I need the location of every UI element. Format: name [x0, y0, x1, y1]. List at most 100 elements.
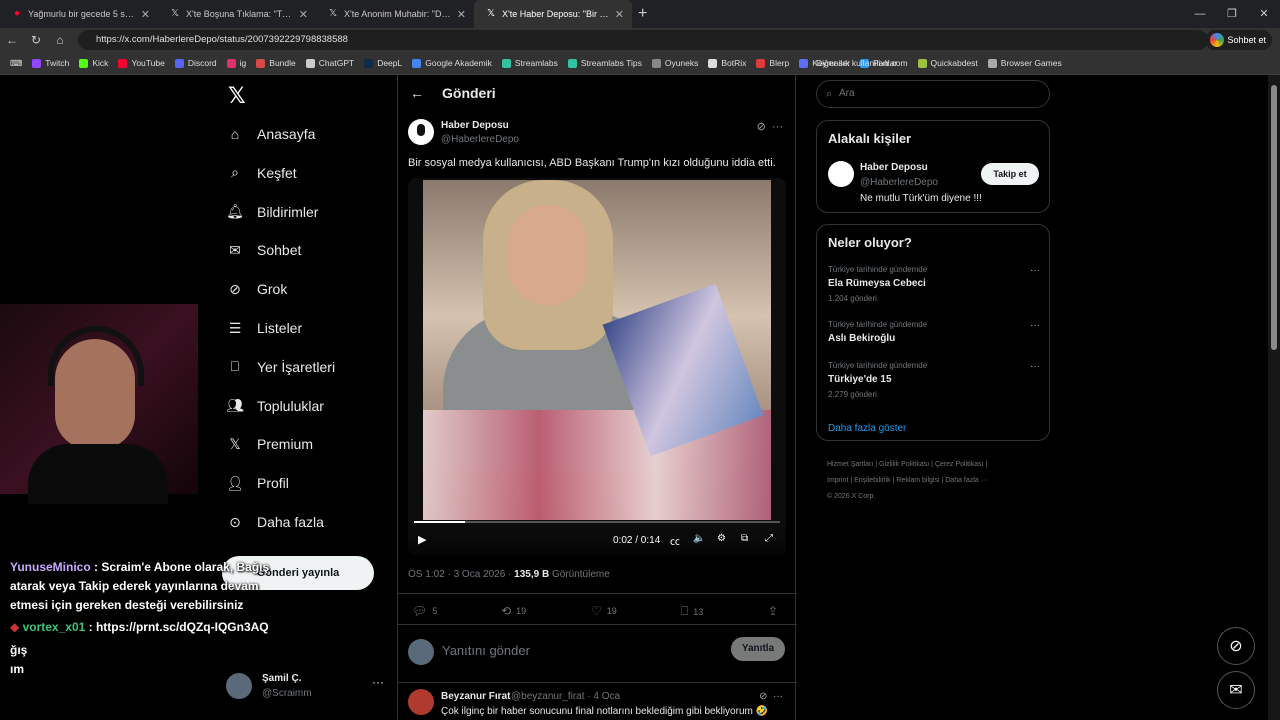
bookmark-item[interactable]: Blerp [756, 58, 789, 68]
more-icon[interactable]: ··· [1030, 320, 1040, 331]
nav-label: Bildirimler [257, 203, 319, 220]
bookmark-item[interactable]: Google Akademik [412, 58, 492, 68]
like-stat[interactable]: ♡ 19 [591, 604, 617, 618]
bookmark-item[interactable]: Streamlabs [501, 58, 558, 68]
page-scrollbar[interactable] [1268, 75, 1280, 720]
more-icon[interactable]: ··· [1030, 265, 1040, 276]
nav-item-listeler[interactable]: ☰ Listeler [226, 313, 302, 343]
nav-item-grok[interactable]: ⊘ Grok [226, 274, 287, 304]
more-icon: ··· [372, 675, 384, 689]
messages-fab-icon[interactable]: ✉ [1217, 671, 1255, 709]
browser-tab[interactable]: ● Yağmurlu bir gecede 5 saat araç ku ✕ [0, 0, 158, 28]
close-tab-icon[interactable]: ✕ [615, 8, 624, 21]
maximize-icon[interactable]: ❐ [1216, 0, 1248, 28]
avatar[interactable] [828, 161, 854, 187]
author-avatar[interactable] [408, 119, 434, 145]
settings-icon[interactable]: ⚙ [717, 533, 726, 544]
back-icon[interactable]: ← [0, 33, 24, 47]
bell-icon: 🔔︎ [226, 203, 244, 220]
bookmark-item[interactable]: Kick [79, 58, 108, 68]
captions-icon[interactable]: ㏄ [670, 533, 680, 548]
footer-line[interactable]: Hizmet Şartları | Gizlilik Politikası | … [827, 457, 1047, 473]
bookmark-stat[interactable]: ⎕ 13 [681, 604, 703, 619]
reply-stat[interactable]: 💬︎ 5 [412, 604, 437, 618]
video-player[interactable]: ▶ 0:02 / 0:14 ㏄ 🔈 ⚙ ⧉ ⤢ [408, 178, 786, 555]
comment-text: Çok ilginç bir haber sonucunu final notl… [441, 706, 769, 717]
nav-label: Profil [257, 475, 289, 492]
nav-item-anasayfa[interactable]: ⌂ Anasayfa [226, 119, 316, 149]
related-name[interactable]: Haber Deposu [860, 162, 928, 173]
nav-item-topluluklar[interactable]: 👥︎ Topluluklar [226, 391, 324, 421]
minimize-icon[interactable]: — [1184, 0, 1216, 28]
follow-button[interactable]: Takip et [981, 163, 1039, 185]
bookmark-item[interactable]: Streamlabs Tips [567, 58, 642, 68]
chat-fragment: ım [10, 662, 25, 676]
tab-title: X'te Haber Deposu: "Bir sosyal me [502, 9, 609, 19]
trend-item[interactable]: Türkiye tarihinde gündemde Türkiye'de 15… [828, 361, 1040, 399]
more-icon[interactable]: ··· [772, 121, 783, 133]
author-handle[interactable]: @HaberlereDepo [441, 134, 519, 145]
grok-fab-icon[interactable]: ⊘ [1217, 627, 1255, 665]
repost-stat[interactable]: ⟲ 19 [501, 604, 526, 618]
bookmark-item[interactable]: BotRix [708, 58, 746, 68]
webcam-overlay [0, 304, 198, 504]
nav-item-keşfet[interactable]: ⌕ Keşfet [226, 158, 297, 188]
scrollbar-thumb[interactable] [1271, 85, 1277, 350]
search-input[interactable]: Ara [816, 80, 1050, 108]
play-icon[interactable]: ▶ [418, 533, 426, 546]
trend-item[interactable]: Türkiye tarihinde gündemde Ela Rümeysa C… [828, 265, 1040, 303]
reload-icon[interactable]: ↻ [24, 33, 48, 47]
extensions-icon[interactable]: ⌨ [10, 58, 22, 69]
more-icon[interactable]: ··· [1030, 361, 1040, 372]
bookmark-item[interactable]: ig [226, 58, 246, 68]
bookmark-item[interactable]: Twitch [32, 58, 69, 68]
browser-tab[interactable]: 𝕏 X'te Anonim Muhabir: "Donald Tru ✕ [316, 0, 474, 28]
nav-item-profil[interactable]: 👤︎ Profil [226, 468, 289, 498]
x-logo-icon[interactable]: 𝕏 [228, 83, 246, 109]
bookmark-item[interactable]: DeepL [364, 58, 402, 68]
fullscreen-icon[interactable]: ⤢ [765, 533, 773, 544]
volume-icon[interactable]: 🔈 [693, 533, 705, 544]
reply-input[interactable]: Yanıtını gönder [442, 643, 530, 658]
reply-composer: Yanıtını gönder Yanıtla [398, 625, 797, 683]
nav-item-yer-i-şaretleri[interactable]: ⎕ Yer İşaretleri [226, 352, 335, 382]
browser-tab[interactable]: 𝕏 X'te Boşuna Tıklama: "Trump'ın kız ✕ [158, 0, 316, 28]
copilot-chat-button[interactable]: Sohbet et [1205, 30, 1272, 50]
close-window-icon[interactable]: ✕ [1248, 0, 1280, 28]
close-tab-icon[interactable]: ✕ [457, 8, 466, 21]
bookmark-favicon-icon [79, 58, 89, 68]
avatar[interactable] [408, 689, 434, 715]
chat-text: : https://prnt.sc/dQZq-IQGn3AQ [88, 620, 269, 634]
bookmark-item[interactable]: Oyuneks [651, 58, 699, 68]
close-tab-icon[interactable]: ✕ [299, 8, 308, 21]
bookmark-label: Oyuneks [664, 58, 699, 68]
other-bookmarks[interactable]: Diğer sık kullanılanlar [816, 58, 1050, 68]
share-icon[interactable]: ⇪ [768, 604, 783, 618]
trend-item[interactable]: Türkiye tarihinde gündemde Aslı Bekiroğl… [828, 320, 1040, 344]
comment-author-name[interactable]: Beyzanur Fırat [441, 691, 510, 702]
url-field[interactable]: https://x.com/HaberlereDepo/status/20073… [78, 30, 1208, 50]
post-stats-bar: 💬︎ 5 ⟲ 19 ♡ 19 ⎕ 13 ⇪ [398, 593, 797, 625]
pip-icon[interactable]: ⧉ [741, 533, 748, 544]
author-name[interactable]: Haber Deposu [441, 120, 509, 131]
nav-item-bildirimler[interactable]: 🔔︎ Bildirimler [226, 197, 318, 227]
nav-item-daha-fazla[interactable]: ⊙ Daha fazla [226, 507, 324, 537]
close-tab-icon[interactable]: ✕ [141, 8, 150, 21]
footer-line[interactable]: Imprint | Erişilebilirlik | Reklam bilgi… [827, 473, 1047, 489]
video-progress-bar[interactable] [414, 521, 780, 523]
bookmark-item[interactable]: YouTube [118, 58, 165, 68]
back-arrow-icon[interactable]: ← [410, 85, 424, 101]
browser-tab-active[interactable]: 𝕏 X'te Haber Deposu: "Bir sosyal me ✕ [474, 0, 632, 28]
reply-button[interactable]: Yanıtla [731, 637, 785, 661]
show-more-link[interactable]: Daha fazla göster [828, 423, 906, 434]
nav-item-premium[interactable]: 𝕏 Premium [226, 429, 313, 459]
home-icon[interactable]: ⌂ [48, 33, 72, 47]
bookmark-item[interactable]: ChatGPT [305, 58, 354, 68]
new-tab-icon[interactable]: + [638, 5, 647, 23]
bookmark-item[interactable]: Bundle [256, 58, 296, 68]
bookmark-favicon-icon [799, 58, 809, 68]
grok-icon[interactable]: ⊘ [757, 121, 766, 133]
nav-item-sohbet[interactable]: ✉ Sohbet [226, 235, 301, 265]
bookmark-item[interactable]: Discord [174, 58, 217, 68]
comment-more-icon[interactable]: ⊘ ··· [759, 691, 783, 702]
